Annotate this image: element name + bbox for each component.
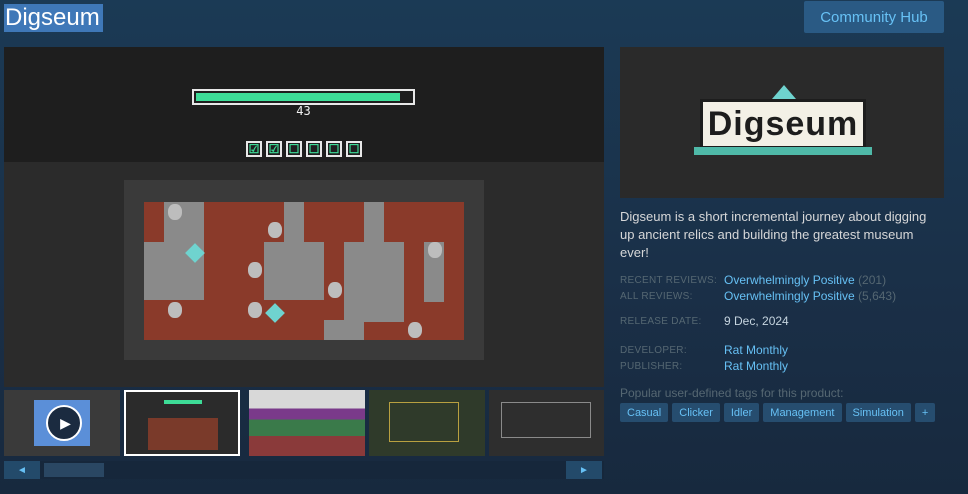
recent-reviews-summary[interactable]: Overwhelmingly Positive (724, 273, 855, 287)
dug-tile (324, 320, 364, 340)
screenshot-thumbnail[interactable] (249, 390, 365, 456)
publisher-label: PUBLISHER: (620, 361, 683, 372)
tag-clicker[interactable]: Clicker (672, 403, 720, 422)
game-logo: Digseum (700, 99, 866, 149)
recent-reviews-value: Overwhelmingly Positive (201) (724, 273, 886, 287)
scrollbar-thumb[interactable] (44, 463, 104, 477)
tag-casual[interactable]: Casual (620, 403, 669, 422)
media-thumbnail-strip[interactable]: ▶ (4, 388, 604, 460)
release-date-value: 9 Dec, 2024 (724, 314, 789, 328)
release-date-label: RELEASE DATE: (620, 316, 702, 327)
add-tag-button[interactable]: + (914, 403, 936, 422)
thumbnail-museum (501, 402, 591, 438)
tag-simulation[interactable]: Simulation (845, 403, 911, 422)
tag-list: Casual Clicker Idler Management Simulati… (620, 403, 936, 422)
all-reviews-summary[interactable]: Overwhelmingly Positive (724, 289, 855, 303)
all-reviews-label: ALL REVIEWS: (620, 291, 693, 302)
tags-heading: Popular user-defined tags for this produ… (620, 386, 844, 400)
play-icon: ▶ (46, 405, 82, 441)
logo-base (694, 147, 872, 155)
screenshot-thumbnail[interactable] (369, 390, 485, 456)
dug-tile (344, 242, 404, 322)
stage-checkbox: ☐ (346, 141, 362, 157)
thumbnail-skill-tree (389, 402, 459, 442)
game-description: Digseum is a short incremental journey a… (620, 209, 927, 260)
publisher-link[interactable]: Rat Monthly (724, 359, 788, 373)
rock-icon (168, 204, 182, 220)
stage-checkbox: ☐ (306, 141, 322, 157)
video-thumbnail[interactable]: ▶ (4, 390, 120, 456)
dig-progress-fill (196, 93, 401, 101)
dug-tile (264, 242, 324, 300)
media-viewer[interactable]: 43 ☑ ☑ ☐ ☐ ☐ ☐ (4, 47, 604, 387)
dig-progress-value: 43 (296, 104, 311, 118)
pyramid-icon (772, 85, 796, 99)
all-reviews-value: Overwhelmingly Positive (5,643) (724, 289, 896, 303)
developer-label: DEVELOPER: (620, 345, 687, 356)
thumbnail-scrollbar[interactable]: ◄ ► (4, 461, 604, 479)
rock-icon (248, 302, 262, 318)
recent-reviews-label: RECENT REVIEWS: (620, 275, 718, 286)
dig-site-grid (144, 202, 464, 340)
game-hud: 43 ☑ ☑ ☐ ☐ ☐ ☐ (4, 47, 604, 162)
screenshot-thumbnail[interactable] (489, 390, 604, 456)
thumbnail-dig-site (148, 418, 218, 450)
stage-checkbox: ☑ (246, 141, 262, 157)
dig-site-frame (124, 180, 484, 360)
recent-reviews-count: (201) (858, 273, 887, 287)
dig-progress-bar (192, 89, 415, 105)
rock-icon (268, 222, 282, 238)
tag-management[interactable]: Management (763, 403, 842, 422)
developer-link[interactable]: Rat Monthly (724, 343, 788, 357)
thumbnail-progress-bar (164, 400, 202, 404)
stage-checkbox: ☑ (266, 141, 282, 157)
game-capsule-image: Digseum (620, 47, 944, 198)
tag-idler[interactable]: Idler (723, 403, 760, 422)
app-title: Digseum (4, 4, 103, 32)
stage-checkboxes: ☑ ☑ ☐ ☐ ☐ ☐ (246, 141, 362, 157)
scroll-right-button[interactable]: ► (566, 461, 602, 479)
stage-checkbox: ☐ (286, 141, 302, 157)
rock-icon (428, 242, 442, 258)
rock-icon (328, 282, 342, 298)
screenshot-thumbnail[interactable] (124, 390, 240, 456)
stage-checkbox: ☐ (326, 141, 342, 157)
rock-icon (408, 322, 422, 338)
community-hub-button[interactable]: Community Hub (804, 1, 944, 33)
rock-icon (168, 302, 182, 318)
all-reviews-count: (5,643) (858, 289, 897, 303)
gem-icon (265, 303, 285, 323)
scroll-left-button[interactable]: ◄ (4, 461, 40, 479)
rock-icon (248, 262, 262, 278)
